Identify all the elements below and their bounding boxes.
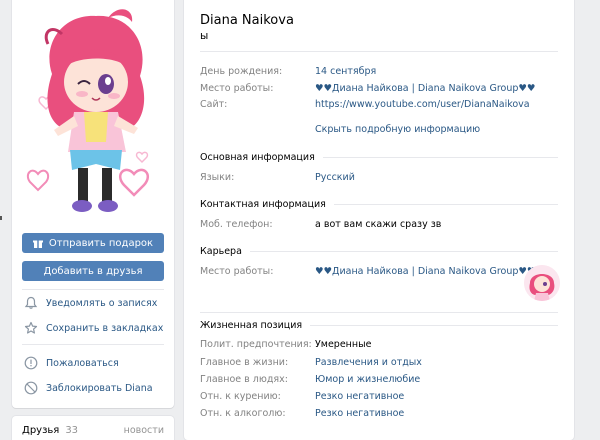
site-label: Сайт:: [200, 99, 228, 110]
report-label: Пожаловаться: [46, 357, 119, 369]
section-line: [200, 251, 558, 252]
section-title: Контактная информация: [200, 198, 334, 210]
main-life-label: Главное в жизни:: [200, 357, 289, 368]
main-people-label: Главное в людях:: [200, 374, 288, 385]
section-title: Основная информация: [200, 151, 323, 163]
work-label: Место работы:: [200, 83, 274, 94]
notify-posts-label: Уведомлять о записях: [46, 297, 158, 309]
site-link[interactable]: https://www.youtube.com/user/DianaNaikov…: [315, 99, 530, 110]
add-friend-button[interactable]: Добавить в друзья: [22, 261, 164, 281]
bookmark-action[interactable]: Сохранить в закладках: [24, 319, 163, 337]
main-people-value[interactable]: Юмор и жизнелюбие: [315, 374, 420, 385]
friends-count: 33: [65, 425, 79, 436]
career-group-avatar[interactable]: [524, 265, 560, 301]
smoking-label: Отн. к курению:: [200, 391, 281, 402]
send-gift-label: Отправить подарок: [48, 237, 154, 249]
birthday-value[interactable]: 14 сентября: [315, 66, 376, 77]
avatar-illustration: [22, 4, 170, 224]
languages-value[interactable]: Русский: [315, 172, 355, 183]
languages-label: Языки:: [200, 172, 235, 183]
profile-info-panel: Diana Naikova ы День рождения: 14 сентяб…: [184, 0, 574, 440]
exclamation-icon: [24, 356, 38, 370]
friends-title[interactable]: Друзья 33: [22, 425, 78, 436]
block-icon: [24, 381, 38, 395]
alcohol-value[interactable]: Резко негативное: [315, 408, 404, 419]
career-work-value[interactable]: ♥♥Диана Найкова | Diana Naikova Group♥♥: [315, 266, 535, 277]
add-friend-label: Добавить в друзья: [43, 265, 143, 277]
hide-details-link[interactable]: Скрыть подробную информацию: [315, 124, 480, 135]
profile-status[interactable]: ы: [200, 30, 208, 42]
bookmark-label: Сохранить в закладках: [46, 322, 164, 334]
birthday-label: День рождения:: [200, 66, 283, 77]
divider: [22, 289, 164, 290]
bell-icon: [24, 296, 38, 309]
notify-posts-action[interactable]: Уведомлять о записях: [24, 294, 157, 312]
friends-news-link[interactable]: новости: [124, 425, 164, 436]
avatar[interactable]: [22, 4, 170, 224]
politics-label: Полит. предпочтения:: [200, 339, 312, 350]
divider: [200, 312, 558, 313]
friends-label: Друзья: [22, 425, 60, 436]
star-icon: [24, 321, 38, 334]
report-action[interactable]: Пожаловаться: [24, 354, 119, 372]
divider: [200, 51, 558, 52]
block-user-action[interactable]: Заблокировать Diana: [24, 379, 153, 397]
section-career: Карьера: [200, 245, 558, 257]
phone-value: а вот вам скажи сразу зв: [315, 219, 442, 230]
block-user-label: Заблокировать Diana: [46, 382, 153, 394]
main-life-value[interactable]: Развлечения и отдых: [315, 357, 422, 368]
gift-icon: [32, 240, 43, 248]
phone-label: Моб. телефон:: [200, 219, 273, 230]
profile-name: Diana Naikova: [200, 13, 294, 28]
section-life-position: Жизненная позиция: [200, 319, 558, 331]
section-contacts: Контактная информация: [200, 198, 558, 210]
smoking-value[interactable]: Резко негативное: [315, 391, 404, 402]
career-work-label: Место работы:: [200, 266, 274, 277]
profile-sidebar: Отправить подарок Добавить в друзья Увед…: [12, 0, 174, 408]
edge-marker: [0, 216, 2, 220]
alcohol-label: Отн. к алкоголю:: [200, 408, 286, 419]
group-avatar-image: [524, 265, 560, 301]
section-title: Жизненная позиция: [200, 319, 311, 331]
politics-value: Умеренные: [315, 339, 372, 350]
section-basic-info: Основная информация: [200, 151, 558, 163]
send-gift-button[interactable]: Отправить подарок: [22, 233, 164, 253]
friends-block[interactable]: Друзья 33 новости: [12, 416, 174, 440]
section-title: Карьера: [200, 245, 250, 257]
work-value[interactable]: ♥♥Диана Найкова | Diana Naikova Group♥♥: [315, 83, 535, 94]
divider: [22, 344, 164, 345]
